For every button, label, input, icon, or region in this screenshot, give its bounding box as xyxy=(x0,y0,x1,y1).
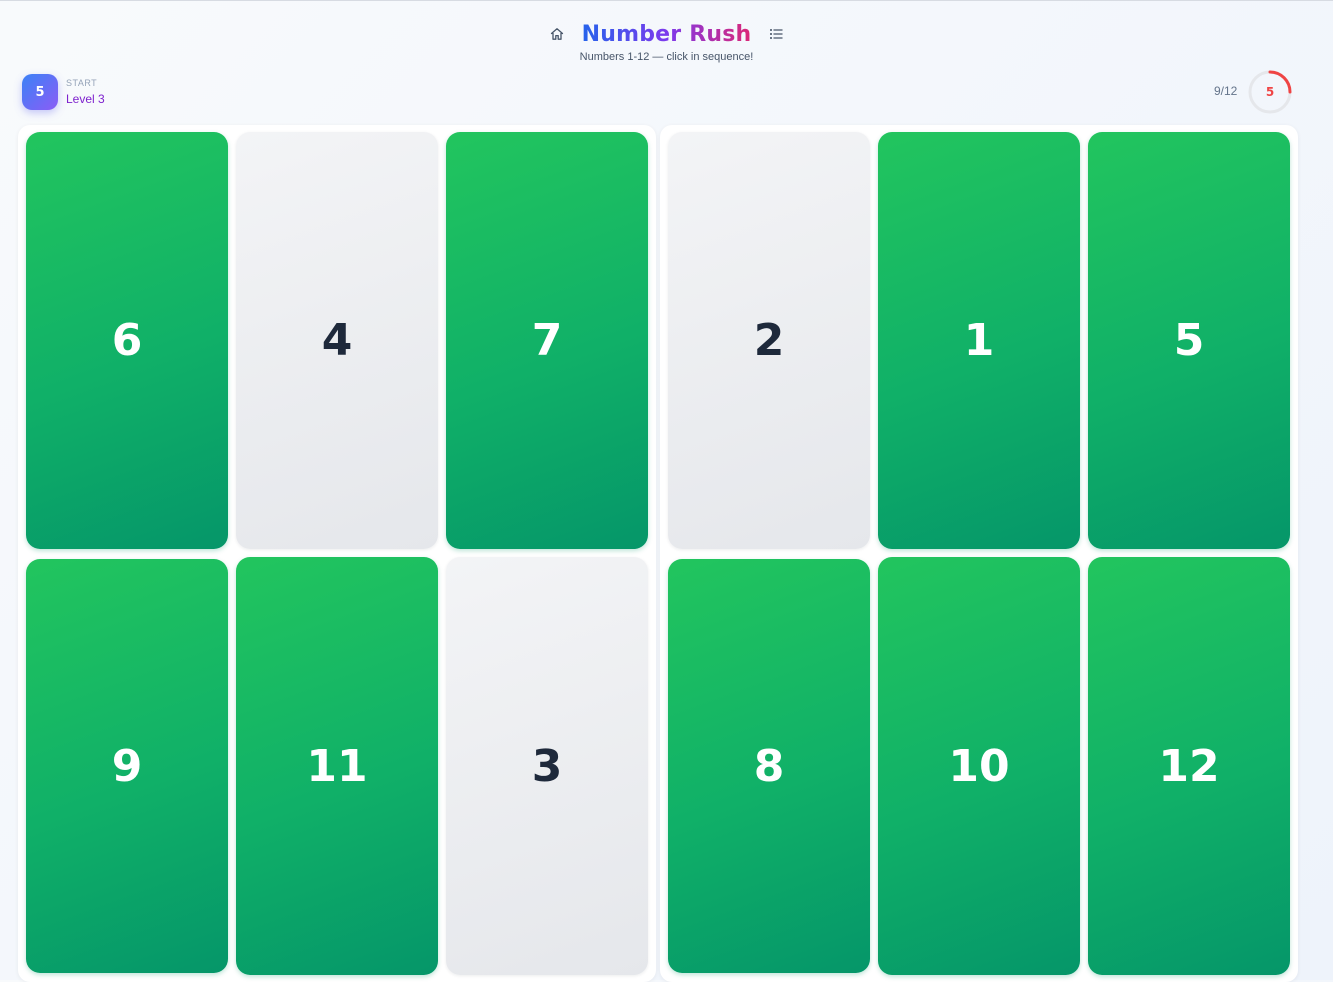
progress-count: 9/12 xyxy=(1214,84,1238,98)
home-icon[interactable] xyxy=(546,23,568,45)
header: Number Rush Numbers 1-12 — click in sequ… xyxy=(0,18,1333,68)
progress-indicator: 9/12 5 xyxy=(1200,68,1296,116)
number-tile[interactable]: 1 xyxy=(878,132,1080,549)
number-tile[interactable]: 5 xyxy=(1088,132,1290,549)
countdown-timer: 5 xyxy=(1247,69,1293,115)
timer-value: 5 xyxy=(1265,85,1275,99)
level-badge: 5 xyxy=(22,74,58,110)
number-tile[interactable]: 12 xyxy=(1088,557,1290,975)
number-tile[interactable]: 8 xyxy=(668,559,870,973)
number-tile[interactable]: 6 xyxy=(26,132,228,549)
level-name: Level 3 xyxy=(66,92,105,106)
number-tile[interactable]: 3 xyxy=(446,557,648,975)
number-tile[interactable]: 9 xyxy=(26,559,228,973)
list-icon[interactable] xyxy=(765,23,787,45)
tile-board-right: 2 1 5 8 10 12 xyxy=(660,125,1298,982)
level-caption: START xyxy=(66,78,98,88)
level-indicator: 5 START Level 3 xyxy=(22,74,162,110)
title-row: Number Rush xyxy=(0,18,1333,50)
number-tile[interactable]: 7 xyxy=(446,132,648,549)
number-tile[interactable]: 2 xyxy=(668,132,870,549)
page-title: Number Rush xyxy=(581,21,752,47)
number-tile[interactable]: 4 xyxy=(236,132,438,549)
tile-board-left: 6 4 7 9 11 3 xyxy=(18,125,656,982)
number-tile[interactable]: 11 xyxy=(236,557,438,975)
page-subtitle: Numbers 1-12 — click in sequence! xyxy=(579,51,754,63)
top-border xyxy=(0,0,1333,1)
number-tile[interactable]: 10 xyxy=(878,557,1080,975)
